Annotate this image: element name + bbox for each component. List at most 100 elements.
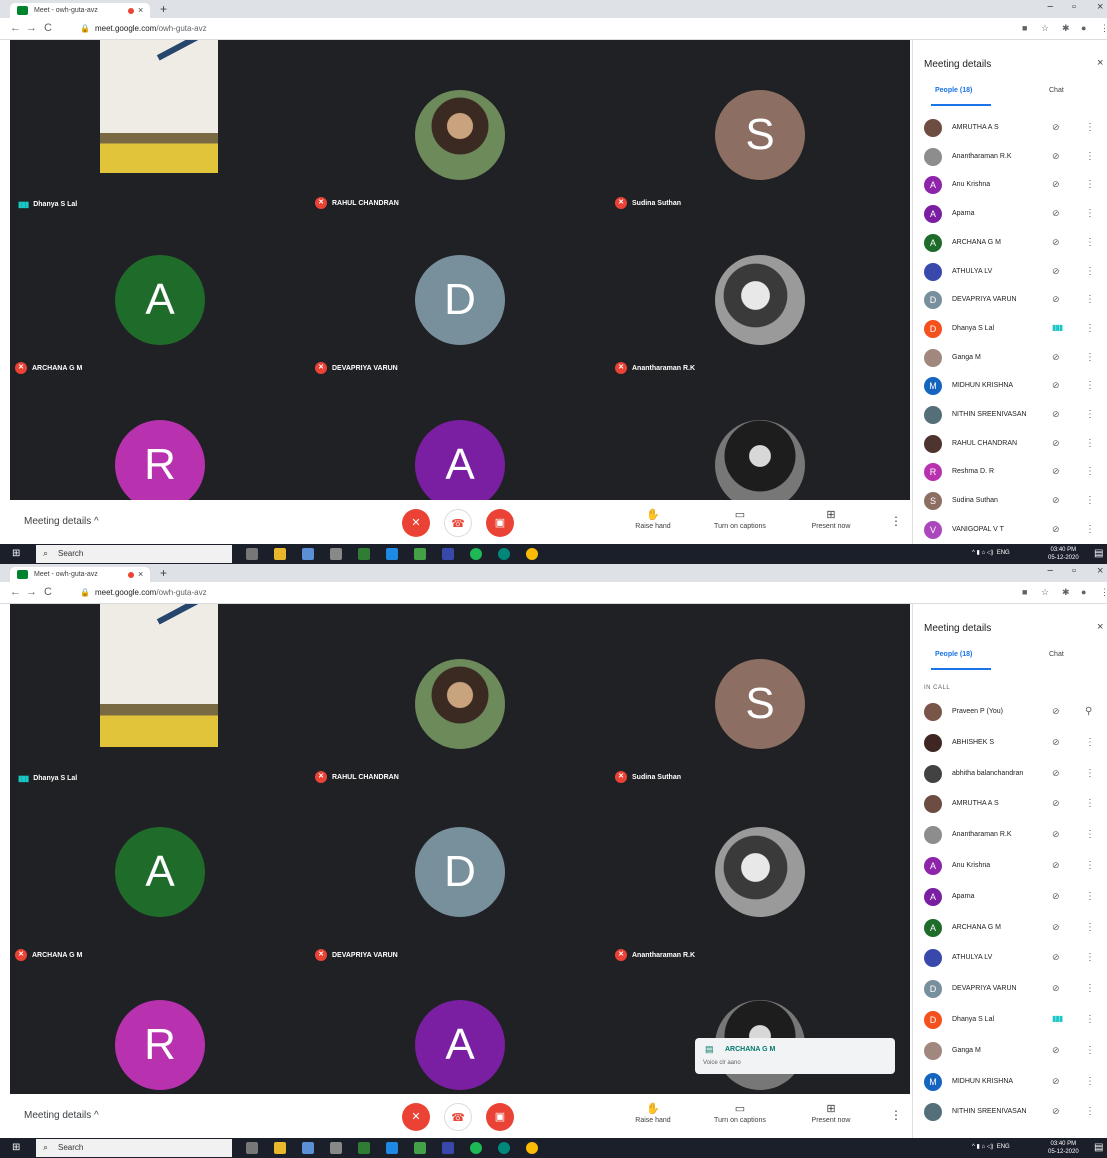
chat-message-toast[interactable]: ▤ ARCHANA G M Voice clr aano — [695, 1038, 895, 1074]
app-icon[interactable] — [498, 548, 510, 560]
task-view-icon[interactable] — [246, 1142, 258, 1154]
participant-row[interactable]: ATHULYA LV ⊘ ⋮ — [913, 258, 1107, 286]
spotify-icon[interactable] — [470, 548, 482, 560]
maximize-button[interactable]: ▫ — [1072, 1, 1076, 13]
tile-devapriya[interactable]: D ✕ DEVAPRIYA VARUN — [310, 205, 610, 374]
mic-muted-icon[interactable]: ⊘ — [1052, 1106, 1060, 1117]
more-options-icon[interactable]: ⋮ — [890, 1108, 902, 1122]
more-options-icon[interactable]: ⋮ — [890, 514, 902, 528]
present-button[interactable]: ⊞ Present now — [796, 1102, 866, 1124]
mic-muted-icon[interactable]: ⊘ — [1052, 495, 1060, 506]
participant-more-icon[interactable]: ⋮ — [1085, 352, 1095, 363]
tile-dhanya[interactable]: ▮▮▮ Dhanya S Lal — [10, 40, 310, 209]
participant-more-icon[interactable]: ⋮ — [1085, 438, 1095, 449]
captions-button[interactable]: ▭ Turn on captions — [705, 1102, 775, 1124]
tile-aparna[interactable]: A — [310, 370, 610, 500]
app-icon[interactable] — [414, 1142, 426, 1154]
mic-muted-icon[interactable]: ⊘ — [1052, 737, 1060, 748]
spotify-icon[interactable] — [470, 1142, 482, 1154]
tile-reshma[interactable]: R — [10, 370, 310, 500]
mic-muted-icon[interactable]: ⊘ — [1052, 122, 1060, 133]
mic-muted-icon[interactable]: ⊘ — [1052, 524, 1060, 535]
app-icon[interactable] — [442, 548, 454, 560]
participant-row[interactable]: A Aparna ⊘ ⋮ — [913, 883, 1107, 911]
mic-muted-icon[interactable]: ⊘ — [1052, 352, 1060, 363]
notification-icon[interactable]: ▤ — [1094, 1142, 1103, 1153]
leave-call-button[interactable]: ☎ — [444, 509, 472, 537]
participant-more-icon[interactable]: ⋮ — [1085, 495, 1095, 506]
chrome-icon[interactable] — [526, 548, 538, 560]
app-icon[interactable] — [330, 548, 342, 560]
participant-row[interactable]: A ARCHANA G M ⊘ ⋮ — [913, 229, 1107, 257]
app-icon[interactable] — [498, 1142, 510, 1154]
mic-muted-icon[interactable]: ⊘ — [1052, 409, 1060, 420]
mic-muted-icon[interactable]: ⊘ — [1052, 952, 1060, 963]
participant-row[interactable]: A ARCHANA G M ⊘ ⋮ — [913, 914, 1107, 942]
participant-more-icon[interactable]: ⋮ — [1085, 208, 1095, 219]
participant-more-icon[interactable]: ⋮ — [1085, 524, 1095, 535]
participant-more-icon[interactable]: ⋮ — [1085, 891, 1095, 902]
back-button[interactable]: ← — [10, 586, 21, 598]
mic-toggle-button[interactable]: ✕ — [402, 509, 430, 537]
mic-muted-icon[interactable]: ⊘ — [1052, 860, 1060, 871]
url-field[interactable]: 🔒 meet.google.com/owh-guta-avz — [80, 22, 900, 36]
participant-row[interactable]: S Sudina Suthan ⊘ ⋮ — [913, 487, 1107, 515]
tile-rahul[interactable]: ✕ RAHUL CHANDRAN — [310, 40, 610, 209]
mic-muted-icon[interactable]: ⊘ — [1052, 237, 1060, 248]
participant-row[interactable]: Praveen P (You) ⊘ ⚲ — [913, 698, 1107, 726]
participant-row[interactable]: ATHULYA LV ⊘ ⋮ — [913, 944, 1107, 972]
participant-row[interactable]: D Dhanya S Lal ▮▮▮ ⋮ — [913, 315, 1107, 343]
participant-row[interactable]: D DEVAPRIYA VARUN ⊘ ⋮ — [913, 975, 1107, 1003]
leave-call-button[interactable]: ☎ — [444, 1103, 472, 1131]
participant-row[interactable]: ABHISHEK S ⊘ ⋮ — [913, 729, 1107, 757]
meeting-details-button[interactable]: Meeting details ^ — [24, 516, 99, 527]
participant-more-icon[interactable]: ⋮ — [1085, 151, 1095, 162]
system-tray[interactable]: ^ ▮ ⌂ ◁) ENG — [972, 1143, 1010, 1150]
participant-row[interactable]: V VANIGOPAL V T ⊘ ⋮ — [913, 516, 1107, 544]
participant-row[interactable]: A Anu Krishna ⊘ ⋮ — [913, 852, 1107, 880]
mic-muted-icon[interactable]: ⊘ — [1052, 891, 1060, 902]
participant-more-icon[interactable]: ⋮ — [1085, 380, 1095, 391]
mic-muted-icon[interactable]: ⊘ — [1052, 768, 1060, 779]
minimize-button[interactable]: − — [1047, 565, 1053, 577]
participant-more-icon[interactable]: ⋮ — [1085, 466, 1095, 477]
app-icon[interactable] — [414, 548, 426, 560]
reload-button[interactable]: C — [44, 586, 52, 598]
extension-icon[interactable]: ✱ — [1062, 23, 1070, 34]
mic-muted-icon[interactable]: ⊘ — [1052, 294, 1060, 305]
raise-hand-button[interactable]: ✋ Raise hand — [618, 508, 688, 530]
tile-aparna[interactable]: A — [310, 960, 610, 1094]
task-view-icon[interactable] — [246, 548, 258, 560]
windows-start-icon[interactable]: ⊞ — [12, 548, 20, 559]
mic-muted-icon[interactable]: ⊘ — [1052, 706, 1060, 717]
mic-muted-icon[interactable]: ⊘ — [1052, 829, 1060, 840]
panel-close-button[interactable]: × — [1097, 57, 1103, 69]
vscode-icon[interactable] — [386, 1142, 398, 1154]
chrome-menu-icon[interactable]: ⋮ — [1100, 587, 1107, 598]
forward-button[interactable]: → — [26, 22, 37, 34]
forward-button[interactable]: → — [26, 586, 37, 598]
mic-muted-icon[interactable]: ⊘ — [1052, 1045, 1060, 1056]
clock[interactable]: 03:40 PM 05-12-2020 — [1048, 1140, 1079, 1156]
participant-more-icon[interactable]: ⋮ — [1085, 737, 1095, 748]
app-icon[interactable] — [302, 548, 314, 560]
participant-more-icon[interactable]: ⋮ — [1085, 829, 1095, 840]
participant-row[interactable]: Anantharaman R.K ⊘ ⋮ — [913, 143, 1107, 171]
tile-anantharaman[interactable]: ✕ Anantharaman R.K — [610, 782, 910, 961]
participant-row[interactable]: D DEVAPRIYA VARUN ⊘ ⋮ — [913, 286, 1107, 314]
app-icon[interactable] — [358, 548, 370, 560]
file-explorer-icon[interactable] — [274, 1142, 286, 1154]
tile-reshma[interactable]: R — [10, 960, 310, 1094]
tile-sudina[interactable]: S ✕ Sudina Suthan — [610, 40, 910, 209]
minimize-button[interactable]: − — [1047, 1, 1053, 13]
tile-sudina[interactable]: S ✕ Sudina Suthan — [610, 604, 910, 783]
participant-more-icon[interactable]: ⋮ — [1085, 179, 1095, 190]
mic-muted-icon[interactable]: ⊘ — [1052, 922, 1060, 933]
tile-photo-participant[interactable] — [610, 370, 910, 500]
participant-row[interactable]: M MIDHUN KRISHNA ⊘ ⋮ — [913, 1068, 1107, 1096]
profile-avatar[interactable]: ● — [1081, 23, 1086, 33]
maximize-button[interactable]: ▫ — [1072, 565, 1076, 577]
participant-row[interactable]: Ganga M ⊘ ⋮ — [913, 1037, 1107, 1065]
participant-more-icon[interactable]: ⋮ — [1085, 294, 1095, 305]
participant-more-icon[interactable]: ⋮ — [1085, 122, 1095, 133]
